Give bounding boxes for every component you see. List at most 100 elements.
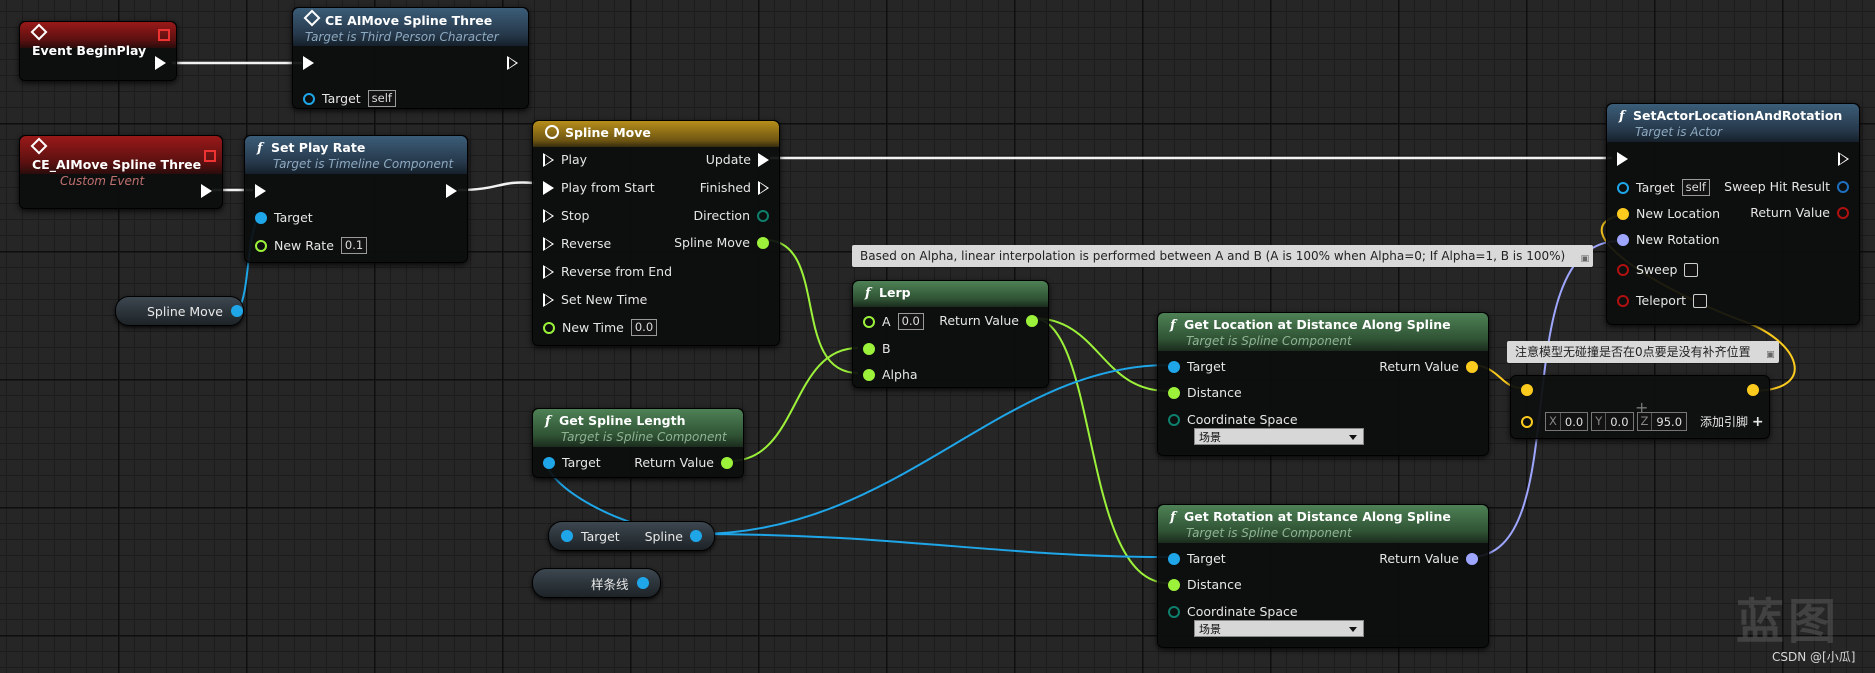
x-field[interactable]: X 0.0 [1545, 412, 1589, 431]
new-rate-field[interactable]: 0.1 [340, 237, 368, 254]
sweep-pin[interactable]: Sweep [1617, 262, 1699, 277]
set-play-rate-node[interactable]: f Set Play Rate Target is Timeline Compon… [244, 135, 468, 263]
y-field[interactable]: Y 0.0 [1591, 412, 1634, 431]
timeline-header[interactable]: Spline Move [533, 121, 779, 147]
finished-pin[interactable]: Finished [693, 180, 769, 195]
target-pin[interactable]: Target [1168, 551, 1233, 566]
set-new-time-pin[interactable]: Set New Time [543, 292, 654, 307]
coord-space-pin[interactable]: Coordinate Space [1168, 412, 1305, 427]
exec-in-pin[interactable] [1617, 152, 1628, 166]
object-pin-icon[interactable] [230, 305, 243, 317]
distance-pin[interactable]: Distance [1168, 385, 1249, 400]
add-comment-bubble[interactable]: 注意模型无碰撞是否在0点要是没有补齐位置 ▣ [1507, 341, 1779, 363]
add-pin-button[interactable]: 添加引脚 + [1700, 413, 1764, 430]
new-time-pin[interactable]: New Time 0.0 [543, 319, 658, 336]
return-value-pin[interactable]: Return Value [1743, 205, 1849, 220]
coord-space-dropdown[interactable]: 场景 [1194, 620, 1364, 637]
exec-out-pin[interactable] [201, 184, 212, 198]
teleport-pin[interactable]: Teleport [1617, 293, 1707, 308]
direction-pin[interactable]: Direction [687, 208, 769, 223]
exec-out-pin[interactable] [507, 56, 518, 70]
lerp-header[interactable]: f Lerp [853, 281, 1048, 307]
set-actor-header[interactable]: f SetActorLocationAndRotation Target is A… [1607, 104, 1859, 142]
stop-pin[interactable]: Stop [543, 208, 596, 223]
distance-pin[interactable]: Distance [1168, 577, 1249, 592]
vector-a-pin[interactable] [1521, 384, 1533, 396]
target-self-field[interactable]: self [367, 90, 396, 107]
vector-b-pin[interactable]: X 0.0 Y 0.0 Z 95.0 添加引脚 + [1521, 412, 1764, 431]
custom-event-header[interactable]: CE_AIMove Spline Three Custom Event [20, 136, 222, 188]
play-from-start-pin[interactable]: Play from Start [543, 180, 662, 195]
sweep-hit-result-pin[interactable]: Sweep Hit Result [1717, 179, 1849, 194]
spline-move-track-pin[interactable]: Spline Move [667, 235, 769, 250]
get-rotation-header[interactable]: f Get Rotation at Distance Along Spline T… [1158, 505, 1488, 543]
vector-out-pin[interactable] [1747, 384, 1759, 396]
exec-in-pin[interactable] [303, 56, 314, 70]
alpha-pin[interactable]: Alpha [863, 367, 925, 382]
object-pin-icon[interactable] [690, 530, 702, 542]
reverse-from-end-pin[interactable]: Reverse from End [543, 264, 679, 279]
new-location-pin[interactable]: New Location [1617, 206, 1727, 221]
teleport-label: Teleport [1636, 293, 1686, 308]
ce-aimove-call-node[interactable]: CE AIMove Spline Three Target is Third P… [292, 7, 529, 109]
coord-space-pin[interactable]: Coordinate Space [1168, 604, 1305, 619]
get-rotation-node[interactable]: f Get Rotation at Distance Along Spline T… [1157, 504, 1489, 648]
spline-getter-node[interactable]: Target Spline [548, 521, 715, 551]
event-beginplay-node[interactable]: Event BeginPlay [19, 21, 177, 81]
custom-event-node[interactable]: CE_AIMove Spline Three Custom Event [19, 135, 223, 209]
target-self-field[interactable]: self [1681, 179, 1710, 196]
new-location-label: New Location [1636, 206, 1721, 221]
target-label: Target [1636, 180, 1675, 195]
return-value-pin[interactable]: Return Value [1372, 551, 1478, 566]
bool-pin-icon [1617, 294, 1629, 307]
object-pin-icon[interactable] [561, 530, 573, 542]
object-pin-icon [543, 456, 555, 469]
exec-out-pin[interactable] [1838, 152, 1849, 166]
spline-move-timeline-node[interactable]: Spline Move Play Play from Start Stop Re… [532, 120, 780, 346]
lerp-comment-bubble[interactable]: Based on Alpha, linear interpolation is … [852, 245, 1594, 270]
teleport-checkbox[interactable] [1693, 293, 1707, 308]
get-location-node[interactable]: f Get Location at Distance Along Spline T… [1157, 312, 1489, 456]
object-pin-icon[interactable] [636, 577, 649, 589]
event-beginplay-header[interactable]: Event BeginPlay [20, 22, 176, 58]
set-play-rate-header[interactable]: f Set Play Rate Target is Timeline Compon… [245, 136, 467, 174]
new-rate-label: New Rate [274, 238, 334, 253]
target-pin[interactable]: Target [1168, 359, 1233, 374]
target-pin[interactable]: Target [543, 455, 608, 470]
exec-out-pin[interactable] [155, 56, 166, 70]
play-pin[interactable]: Play [543, 152, 594, 167]
spline-move-variable[interactable]: Spline Move [115, 296, 244, 326]
blueprint-graph[interactable]: Event BeginPlay CE AIMove Spline Three T… [0, 0, 1875, 673]
comment-pin-icon[interactable]: ▣ [1581, 248, 1590, 270]
update-pin[interactable]: Update [699, 152, 769, 167]
target-pin[interactable]: Target self [1617, 179, 1710, 196]
z-field[interactable]: Z 95.0 [1636, 412, 1688, 431]
new-rotation-pin[interactable]: New Rotation [1617, 232, 1727, 247]
get-spline-length-node[interactable]: f Get Spline Length Target is Spline Comp… [532, 408, 744, 478]
exec-in-pin[interactable] [255, 184, 266, 198]
ce-aimove-call-header[interactable]: CE AIMove Spline Three Target is Third P… [293, 8, 528, 46]
coord-space-dropdown[interactable]: 场景 [1194, 428, 1364, 445]
a-field[interactable]: 0.0 [897, 313, 924, 330]
get-spline-length-header[interactable]: f Get Spline Length Target is Spline Comp… [533, 409, 743, 447]
lerp-node[interactable]: f Lerp A 0.0 B Alpha Return Value [852, 280, 1049, 388]
comment-pin-icon[interactable]: ▣ [1766, 344, 1775, 366]
event-call-icon [303, 9, 321, 27]
target-pin[interactable]: Target [255, 210, 320, 225]
exec-out-pin[interactable] [446, 184, 457, 198]
return-value-pin[interactable]: Return Value [932, 313, 1038, 328]
return-value-pin[interactable]: Return Value [627, 455, 733, 470]
get-location-header[interactable]: f Get Location at Distance Along Spline T… [1158, 313, 1488, 351]
set-actor-loc-rot-node[interactable]: f SetActorLocationAndRotation Target is A… [1606, 103, 1860, 325]
sweep-checkbox[interactable] [1684, 262, 1699, 277]
b-pin[interactable]: B [863, 341, 898, 356]
spline-variable[interactable]: 样条线 [532, 568, 661, 598]
new-time-field[interactable]: 0.0 [630, 319, 658, 336]
a-pin[interactable]: A 0.0 [863, 313, 924, 330]
new-rate-pin[interactable]: New Rate 0.1 [255, 237, 368, 254]
vector-add-node[interactable]: + X 0.0 Y 0.0 Z 95.0 添加引脚 + [1510, 375, 1770, 439]
return-value-pin[interactable]: Return Value [1372, 359, 1478, 374]
target-pin[interactable]: Target self [303, 90, 396, 107]
reverse-pin[interactable]: Reverse [543, 236, 618, 251]
object-pin-icon [1617, 181, 1629, 194]
